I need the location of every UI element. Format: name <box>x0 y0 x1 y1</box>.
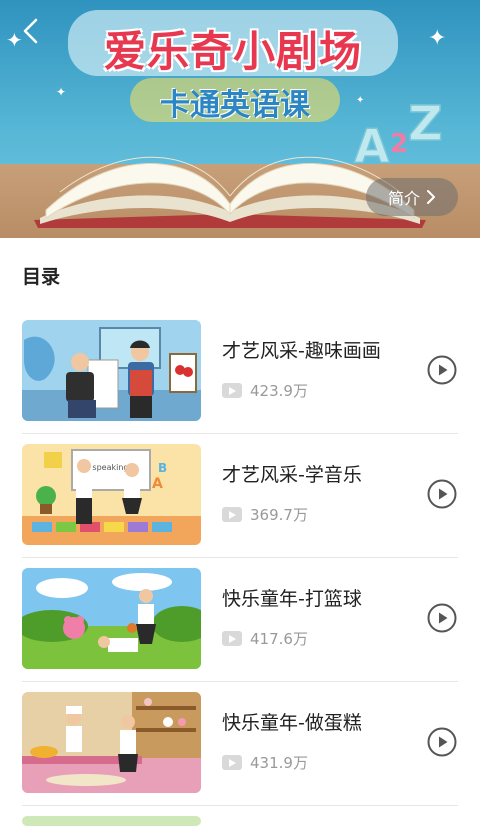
play-count-value: 423.9万 <box>250 382 308 400</box>
episode-title: 才艺风采-趣味画画 <box>222 340 381 362</box>
play-count-value: 369.7万 <box>250 506 308 524</box>
sparkle-icon: ✦ <box>56 85 67 99</box>
video-icon <box>222 631 242 646</box>
play-circle-icon[interactable] <box>427 727 457 757</box>
catalog-heading: 目录 <box>22 266 61 288</box>
svg-text:B: B <box>158 461 167 475</box>
video-icon <box>222 383 242 398</box>
banner-subtitle: 卡通英语课 <box>160 88 310 123</box>
episode-title: 才艺风采-学音乐 <box>222 464 362 486</box>
episode-title: 快乐童年-打篮球 <box>222 588 362 610</box>
episode-list-item[interactable] <box>0 806 480 826</box>
play-count: 423.9万 <box>222 380 308 401</box>
chevron-left-icon <box>23 18 38 44</box>
play-count-value: 417.6万 <box>250 630 308 648</box>
chevron-right-icon <box>427 190 435 204</box>
episode-list-item[interactable]: It's speaking... B A 才艺风采-学音乐 369.7万 <box>0 434 480 558</box>
intro-button-label: 简介 <box>387 189 420 208</box>
play-count: 431.9万 <box>222 752 308 773</box>
play-count: 369.7万 <box>222 504 308 525</box>
episode-thumbnail <box>22 320 201 421</box>
video-icon <box>222 507 242 522</box>
svg-text:A: A <box>152 476 163 492</box>
banner-title: 爱乐奇小剧场 <box>103 27 362 76</box>
play-count-value: 431.9万 <box>250 754 308 772</box>
episode-thumbnail <box>22 816 201 826</box>
episode-thumbnail: It's speaking... B A <box>22 444 201 545</box>
episode-list: 才艺风采-趣味画画 423.9万 It's speaking... B A 才艺… <box>0 310 480 826</box>
play-count: 417.6万 <box>222 628 308 649</box>
back-button[interactable] <box>14 14 48 48</box>
play-circle-icon[interactable] <box>427 479 457 509</box>
episode-list-item[interactable]: 快乐童年-做蛋糕 431.9万 <box>0 682 480 806</box>
banner-title-group: 爱乐奇小剧场 卡通英语课 <box>68 8 398 123</box>
video-icon <box>222 755 242 770</box>
sparkle-icon: ✦ <box>428 26 447 51</box>
episode-list-item[interactable]: 才艺风采-趣味画画 423.9万 <box>0 310 480 434</box>
episode-list-item[interactable]: 快乐童年-打篮球 417.6万 <box>0 558 480 682</box>
play-circle-icon[interactable] <box>427 603 457 633</box>
open-book-graphic <box>34 156 426 228</box>
episode-thumbnail <box>22 692 201 793</box>
play-circle-icon[interactable] <box>427 355 457 385</box>
episode-title: 快乐童年-做蛋糕 <box>222 712 362 734</box>
episode-thumbnail <box>22 568 201 669</box>
course-banner: ✦ ✦ ✦ ✦ 爱乐奇小剧场 卡通英语课 A 2 Z 简介 <box>0 0 480 238</box>
intro-button[interactable]: 简介 <box>366 178 458 216</box>
